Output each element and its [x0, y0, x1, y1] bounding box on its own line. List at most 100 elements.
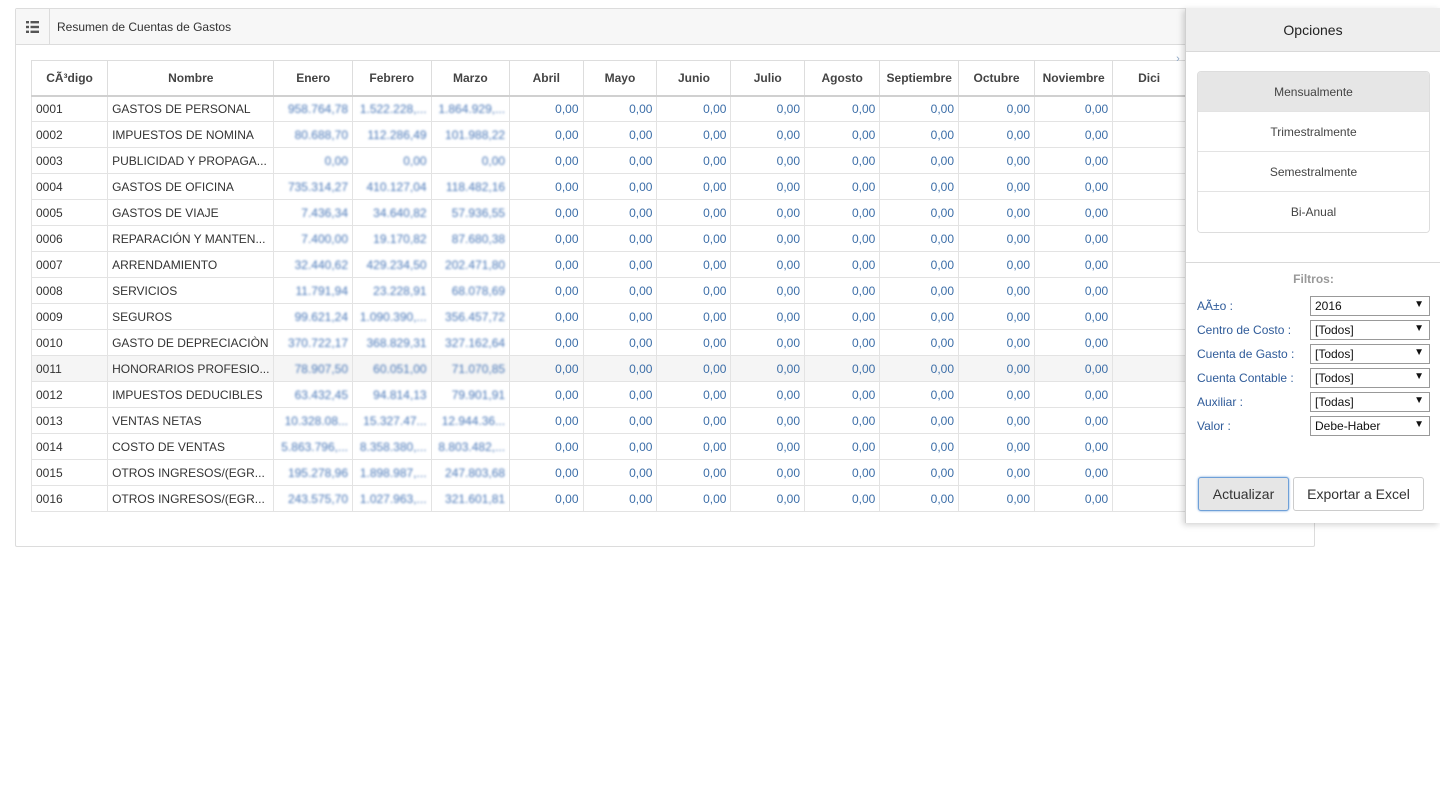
account-code-cell: 0011 — [31, 355, 109, 382]
table-row[interactable]: 0004 GASTOS DE OFICINA 735.314,27 410.127,0… — [31, 173, 1186, 200]
table-row[interactable]: 0009 SEGUROS 99.621,24 1.090.390,... 356.457… — [31, 303, 1186, 330]
amount-cell: 8.803.482,... — [430, 433, 511, 460]
table-row[interactable]: 0010 GASTO DE DEPRECIACIÒN 370.722,17 368.8… — [31, 329, 1186, 356]
amount-cell: 0,00 — [509, 485, 584, 512]
amount-value: 735.314,27 — [287, 179, 348, 194]
filter-select[interactable]: 2016 ▼ — [1310, 296, 1430, 316]
amount-cell: 0,00 — [509, 147, 584, 174]
amount-cell: 0,00 — [1034, 277, 1114, 304]
filter-select[interactable]: [Todos] ▼ — [1310, 320, 1430, 340]
amount-cell: 356.457,72 — [430, 303, 511, 330]
amount-cell: 0,00 — [656, 199, 732, 226]
amount-value: 34.640,82 — [373, 205, 427, 220]
table-row[interactable]: 0015 OTROS INGRESOS/(EGR... 195.278,96 1.89… — [31, 459, 1186, 486]
account-name-cell: PUBLICIDAD Y PROPAGA... — [107, 147, 275, 174]
export-excel-button[interactable]: Exportar a Excel — [1293, 477, 1424, 511]
amount-cell: 0,00 — [582, 329, 658, 356]
amount-cell: 0,00 — [1034, 407, 1114, 434]
amount-cell: 0,00 — [803, 199, 881, 226]
amount-cell: 0,00 — [958, 121, 1036, 148]
table-row[interactable]: 0007 ARRENDAMIENTO 32.440,62 429.234,50 202.… — [31, 251, 1186, 278]
amount-cell: 0,00 — [582, 355, 658, 382]
amount-value: 118.482,16 — [445, 179, 506, 194]
column-header[interactable]: Octubre — [958, 60, 1036, 97]
table-row[interactable]: 0002 IMPUESTOS DE NOMINA 80.688,70 112.286,… — [31, 121, 1186, 148]
column-header[interactable]: Agosto — [803, 60, 881, 97]
table-header-row: CÃ³digo Nombre Enero Febrero Marzo Abril Mayo J… — [31, 60, 1186, 97]
amount-cell: 321.601,81 — [430, 485, 511, 512]
table-row[interactable]: 0001 GASTOS DE PERSONAL 958.764,78 1.522.22… — [31, 95, 1186, 122]
chevron-right-icon[interactable]: › — [1171, 52, 1185, 66]
filter-select[interactable]: [Todos] ▼ — [1310, 368, 1430, 388]
table-row[interactable]: 0016 OTROS INGRESOS/(EGR... 243.575,70 1.02… — [31, 485, 1186, 512]
amount-cell: 0,00 — [958, 147, 1036, 174]
amount-cell: 0,00 — [1034, 381, 1114, 408]
amount-value: 0,00 — [1084, 101, 1109, 116]
table-row[interactable]: 0005 GASTOS DE VIAJE 7.436,34 34.640,82 57.9… — [31, 199, 1186, 226]
column-header[interactable]: Enero — [273, 60, 353, 97]
amount-value: 0,00 — [555, 231, 579, 246]
amount-value: 0,00 — [703, 127, 727, 142]
amount-cell: 0,00 — [656, 95, 732, 122]
amount-cell: 0,00 — [582, 147, 658, 174]
amount-cell: 0,00 — [958, 459, 1036, 486]
filter-select[interactable]: Debe-Haber ▼ — [1310, 416, 1430, 436]
filter-select[interactable]: [Todos] ▼ — [1310, 344, 1430, 364]
table-row[interactable]: 0008 SERVICIOS 11.791,94 23.228,91 68.078,69… — [31, 277, 1186, 304]
amount-value: 0,00 — [1006, 101, 1031, 116]
column-header[interactable]: Abril — [509, 60, 584, 97]
amount-cell: 0,00 — [730, 121, 805, 148]
amount-cell: 0,00 — [803, 277, 881, 304]
table-row[interactable]: 0012 IMPUESTOS DEDUCIBLES 63.432,45 94.814,… — [31, 381, 1186, 408]
amount-cell: 0,00 — [879, 329, 960, 356]
column-header[interactable]: Febrero — [352, 60, 432, 97]
table-row[interactable]: 0014 COSTO DE VENTAS 5.863.796,... 8.358.38… — [31, 433, 1186, 460]
amount-value: 0,00 — [1084, 387, 1109, 402]
list-icon[interactable] — [16, 8, 50, 45]
amount-value: 0,00 — [703, 491, 727, 506]
period-option[interactable]: Semestralmente — [1198, 152, 1429, 192]
table-row[interactable]: 0011 HONORARIOS PROFESIO... 78.907,50 60.05… — [31, 355, 1186, 382]
amount-cell: 0,00 — [509, 303, 584, 330]
amount-cell: 0,00 — [582, 459, 658, 486]
column-header[interactable]: Marzo — [430, 60, 511, 97]
column-header[interactable]: Septiembre — [879, 60, 960, 97]
amount-cell: 80.688,70 — [273, 121, 353, 148]
amount-value: 0,00 — [555, 309, 579, 324]
period-option[interactable]: Trimestralmente — [1198, 112, 1429, 152]
amount-value: 0,00 — [629, 387, 653, 402]
amount-value: 958.764,78 — [287, 101, 348, 116]
table-row[interactable]: 0003 PUBLICIDAD Y PROPAGA... 0,00 0,00 0,00 0… — [31, 147, 1186, 174]
amount-cell: 0,00 — [509, 433, 584, 460]
amount-cell: 0,00 — [509, 407, 584, 434]
amount-cell: 247.803,68 — [430, 459, 511, 486]
column-header[interactable]: Julio — [730, 60, 805, 97]
table-row[interactable]: 0013 VENTAS NETAS 10.328.08... 15.327.47...… — [31, 407, 1186, 434]
filter-select[interactable]: [Todas] ▼ — [1310, 392, 1430, 412]
period-option[interactable]: Bi-Anual — [1198, 192, 1429, 232]
amount-value: 0,00 — [1084, 439, 1109, 454]
account-name-cell: ARRENDAMIENTO — [107, 251, 275, 278]
amount-value: 0,00 — [776, 309, 800, 324]
period-option[interactable]: Mensualmente — [1198, 72, 1429, 112]
amount-cell: 0,00 — [1034, 485, 1114, 512]
amount-cell: 0,00 — [656, 459, 732, 486]
amount-cell: 0,00 — [879, 277, 960, 304]
amount-value: 0,00 — [852, 257, 876, 272]
column-header[interactable]: Nombre — [107, 60, 275, 97]
column-header[interactable]: Junio — [656, 60, 732, 97]
amount-value: 0,00 — [629, 153, 653, 168]
column-header[interactable]: Mayo — [582, 60, 658, 97]
caret-down-icon: ▼ — [1414, 395, 1424, 406]
filter-value: 2016 — [1315, 299, 1342, 313]
amount-value: 0,00 — [629, 179, 653, 194]
amount-value: 0,00 — [555, 413, 579, 428]
amount-cell: 0,00 — [730, 407, 805, 434]
column-header[interactable]: Noviembre — [1034, 60, 1114, 97]
amount-value: 0,00 — [703, 231, 727, 246]
expense-table-container[interactable]: CÃ³digo Nombre Enero Febrero Marzo Abril Mayo J… — [31, 60, 1186, 512]
table-row[interactable]: 0006 REPARACIÓN Y MANTEN... 7.400,00 19.170… — [31, 225, 1186, 252]
column-header[interactable]: CÃ³digo — [31, 60, 109, 97]
update-button[interactable]: Actualizar — [1198, 477, 1289, 511]
filter-label: Cuenta Contable : — [1197, 371, 1294, 385]
